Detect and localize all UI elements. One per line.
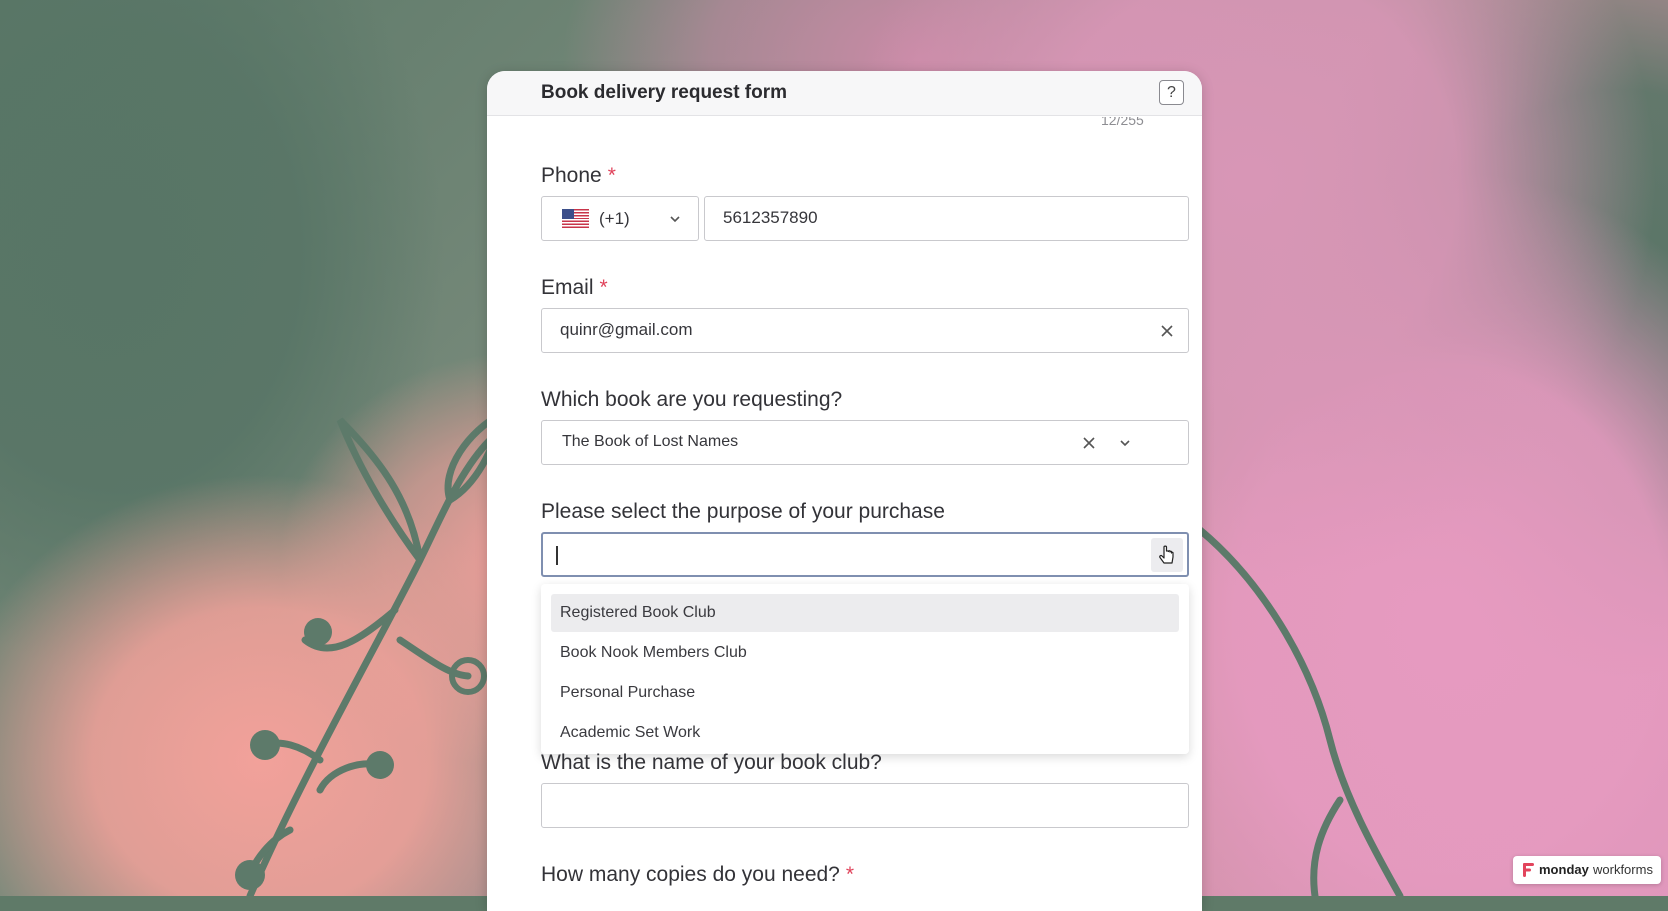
berry-2 bbox=[250, 730, 280, 760]
option-book-nook-members-club[interactable]: Book Nook Members Club bbox=[551, 634, 1179, 672]
hand-cursor-icon bbox=[1159, 545, 1174, 564]
email-label: Email * bbox=[541, 276, 608, 300]
berry-4 bbox=[235, 860, 265, 890]
badge-product: workforms bbox=[1593, 862, 1653, 877]
country-code-select[interactable]: (+1) bbox=[541, 196, 699, 241]
option-personal-purchase[interactable]: Personal Purchase bbox=[551, 674, 1179, 712]
text-caret bbox=[556, 546, 558, 565]
char-counter: 12/255 bbox=[1101, 117, 1144, 127]
clear-book-icon[interactable] bbox=[1082, 436, 1096, 450]
book-select[interactable]: The Book of Lost Names bbox=[541, 420, 1189, 465]
chevron-down-icon bbox=[670, 216, 680, 223]
copies-label: How many copies do you need? * bbox=[541, 863, 854, 887]
required-asterisk: * bbox=[607, 164, 616, 187]
option-academic-set-work[interactable]: Academic Set Work bbox=[551, 714, 1179, 752]
chevron-down-icon[interactable] bbox=[1120, 438, 1130, 448]
purpose-dropdown-menu: Registered Book Club Book Nook Members C… bbox=[541, 584, 1189, 754]
email-label-text: Email bbox=[541, 276, 594, 299]
dial-code: (+1) bbox=[599, 209, 630, 228]
berry-3 bbox=[366, 751, 394, 779]
required-asterisk: * bbox=[845, 863, 855, 886]
leaf-left-1 bbox=[336, 417, 424, 563]
berry-1 bbox=[304, 618, 332, 646]
badge-brand: monday bbox=[1539, 862, 1589, 877]
copies-label-text: How many copies do you need? bbox=[541, 863, 840, 886]
email-field[interactable]: quinr@gmail.com bbox=[541, 308, 1189, 353]
help-button[interactable]: ? bbox=[1159, 80, 1184, 105]
book-label: Which book are you requesting? bbox=[541, 388, 843, 411]
book-club-label: What is the name of your book club? bbox=[541, 751, 882, 774]
monday-logo-icon bbox=[1523, 863, 1534, 877]
phone-label-text: Phone bbox=[541, 164, 602, 187]
leaf-branch-right bbox=[1196, 526, 1404, 896]
phone-label: Phone * bbox=[541, 164, 616, 188]
us-flag-icon bbox=[562, 209, 589, 228]
phone-input[interactable]: 5612357890 bbox=[704, 196, 1189, 241]
clear-email-icon[interactable] bbox=[1160, 324, 1174, 338]
monday-workforms-badge[interactable]: monday workforms bbox=[1513, 856, 1661, 884]
form-title: Book delivery request form bbox=[541, 82, 788, 103]
phone-value: 5612357890 bbox=[723, 208, 818, 227]
purpose-select-input[interactable] bbox=[541, 532, 1189, 577]
purpose-label: Please select the purpose of your purcha… bbox=[541, 500, 945, 523]
book-value: The Book of Lost Names bbox=[562, 433, 739, 450]
form-header: Book delivery request form ? bbox=[487, 71, 1202, 116]
dropdown-toggle-button[interactable] bbox=[1151, 538, 1183, 572]
required-asterisk: * bbox=[599, 276, 608, 299]
form-card: Book delivery request form ? 12/255 Phon… bbox=[487, 71, 1202, 911]
option-registered-book-club[interactable]: Registered Book Club bbox=[551, 594, 1179, 632]
book-club-input[interactable] bbox=[541, 783, 1189, 828]
email-value: quinr@gmail.com bbox=[560, 320, 693, 339]
